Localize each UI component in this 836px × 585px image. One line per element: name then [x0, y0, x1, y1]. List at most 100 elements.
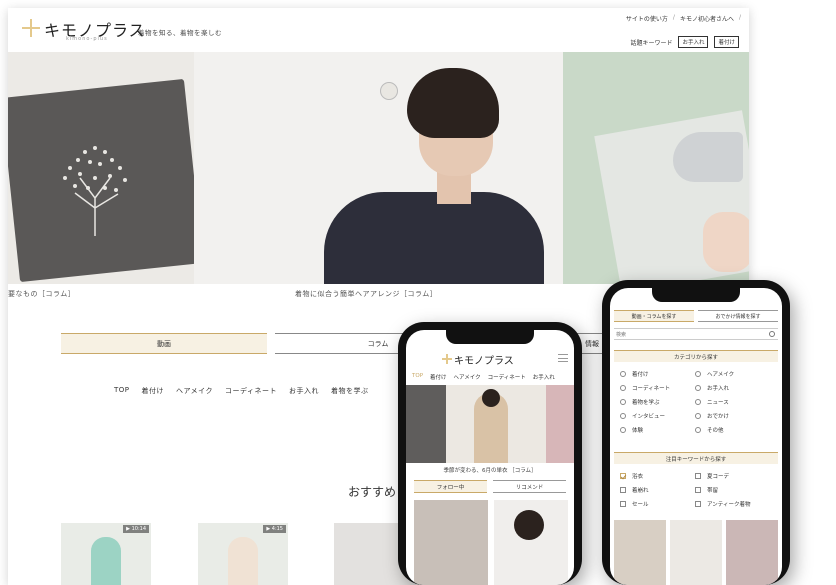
keyword-option[interactable]: セール: [620, 500, 695, 508]
category-option[interactable]: ニュース: [695, 398, 770, 406]
link-separator: /: [672, 14, 675, 21]
category-option-label: お手入れ: [707, 386, 730, 392]
hero-slide-iron[interactable]: [563, 52, 749, 284]
category-list: 着付け ヘアメイク コーディネート お手入れ 着物を学ぶ ニュース インタビュー…: [620, 370, 770, 434]
radio-icon[interactable]: [620, 413, 626, 419]
category-option-label: コーディネート: [632, 386, 671, 392]
checkbox-icon[interactable]: [695, 487, 701, 493]
nav-learn[interactable]: 着物を学ぶ: [331, 386, 369, 396]
keyword-label: 話題キーワード: [630, 39, 673, 47]
category-option-label: 体験: [632, 428, 644, 434]
link-how-to-use[interactable]: サイトの使い方: [626, 14, 668, 23]
phone-nav-hairmake[interactable]: ヘアメイク: [454, 373, 481, 381]
keyword-option-label: 帯留: [707, 488, 719, 494]
search-placeholder: 検索: [616, 332, 627, 338]
radio-icon[interactable]: [620, 385, 626, 391]
phone-logo[interactable]: キモノプラス: [454, 352, 514, 367]
hero-slide-obi[interactable]: [8, 52, 194, 284]
keyword-option[interactable]: アンティーク着物: [695, 500, 770, 508]
checkbox-icon[interactable]: [620, 487, 626, 493]
keyword-option-label: 夏コーデ: [707, 474, 730, 480]
nav-hairmake[interactable]: ヘアメイク: [176, 386, 213, 396]
result-thumbnail[interactable]: [614, 520, 666, 585]
category-option[interactable]: 着付け: [620, 370, 695, 378]
category-option-label: おでかけ: [707, 414, 730, 420]
phone-nav-care[interactable]: お手入れ: [533, 373, 555, 381]
obi-image: [406, 385, 446, 463]
nav-kitsuke[interactable]: 着付け: [142, 386, 165, 396]
keyword-chip[interactable]: お手入れ: [678, 36, 709, 48]
category-option[interactable]: お手入れ: [695, 384, 770, 392]
video-thumbnail[interactable]: ▶ 4:15: [198, 523, 288, 585]
phone-screen: 動画・コラムを探す おでかけ情報を探す 検索 カテゴリから探す 着付け ヘアメイ…: [610, 288, 782, 585]
feed-thumbnail[interactable]: [414, 500, 488, 585]
logo-plus-icon: [442, 354, 452, 364]
keyword-option[interactable]: 帯留: [695, 486, 770, 494]
category-option[interactable]: コーディネート: [620, 384, 695, 392]
radio-icon[interactable]: [620, 399, 626, 405]
checkbox-icon[interactable]: [695, 473, 701, 479]
radio-icon[interactable]: [695, 371, 701, 377]
hand-image: [703, 212, 749, 272]
keyword-option[interactable]: 浴衣: [620, 472, 695, 480]
category-option[interactable]: インタビュー: [620, 412, 695, 420]
feed-thumbnail[interactable]: [494, 500, 568, 585]
phone-hero-caption[interactable]: 季節が変わる、6月の単衣 ［コラム］: [406, 466, 574, 474]
iron-image: [673, 132, 743, 182]
keyword-heading: 注目キーワードから探す: [614, 452, 778, 464]
radio-icon[interactable]: [695, 385, 701, 391]
content-tabs: 動画 コラム 情報: [61, 333, 695, 354]
checkbox-icon[interactable]: [620, 501, 626, 507]
hero-caption-left[interactable]: 要なもの［コラム］: [8, 289, 75, 299]
phone-nav-kitsuke[interactable]: 着付け: [430, 373, 447, 381]
radio-icon[interactable]: [695, 413, 701, 419]
tab-recommend[interactable]: リコメンド: [493, 480, 566, 493]
hero-slide-hair[interactable]: [194, 52, 563, 284]
nav-top[interactable]: TOP: [114, 386, 130, 396]
phone-hero-carousel[interactable]: [406, 385, 574, 463]
category-option[interactable]: 体験: [620, 426, 695, 434]
keyword-option[interactable]: 夏コーデ: [695, 472, 770, 480]
category-option[interactable]: おでかけ: [695, 412, 770, 420]
phone-home-mock: キモノプラス TOP 着付け ヘアメイク コーディネート お手入れ 季節が変わる…: [398, 322, 582, 585]
video-figure: [91, 537, 121, 585]
keyword-option[interactable]: 着崩れ: [620, 486, 695, 494]
category-option-label: ニュース: [707, 400, 729, 406]
hairpin-image: [380, 82, 398, 100]
tab-following[interactable]: フォロー中: [414, 480, 487, 493]
result-thumbnail[interactable]: [670, 520, 722, 585]
tab-video[interactable]: 動画: [61, 333, 267, 354]
category-option-label: 着物を学ぶ: [632, 400, 660, 406]
hero-carousel[interactable]: [8, 52, 749, 284]
checkbox-checked-icon[interactable]: [620, 473, 626, 479]
hero-caption-center[interactable]: 着物に似合う簡単ヘアアレンジ［コラム］: [295, 289, 437, 299]
model-hair: [407, 68, 499, 138]
hamburger-menu-icon[interactable]: [558, 354, 568, 362]
nav-coordinate[interactable]: コーディネート: [225, 386, 277, 396]
phone-notch: [446, 330, 534, 344]
radio-icon[interactable]: [620, 427, 626, 433]
keyword-chip[interactable]: 着付け: [714, 36, 739, 48]
radio-icon[interactable]: [620, 371, 626, 377]
phone-nav-top[interactable]: TOP: [412, 373, 423, 381]
recommend-heading: おすすめ: [348, 485, 397, 499]
search-icon[interactable]: [769, 331, 775, 337]
tab-search-outing[interactable]: おでかけ情報を探す: [698, 310, 778, 322]
site-header: キモノプラス kimono-plus 着物を知る、着物を楽しむ サイトの使い方 …: [8, 8, 749, 52]
top-links: サイトの使い方 / キモノ初心者さんへ /: [626, 14, 741, 23]
checkbox-icon[interactable]: [695, 501, 701, 507]
search-input[interactable]: 検索: [614, 328, 778, 340]
nav-care[interactable]: お手入れ: [289, 386, 319, 396]
category-option[interactable]: その他: [695, 426, 770, 434]
link-beginners[interactable]: キモノ初心者さんへ: [680, 14, 734, 23]
category-option[interactable]: 着物を学ぶ: [620, 398, 695, 406]
category-option[interactable]: ヘアメイク: [695, 370, 770, 378]
video-thumbnail[interactable]: ▶ 10:14: [61, 523, 151, 585]
radio-icon[interactable]: [695, 427, 701, 433]
category-option-label: その他: [707, 428, 724, 434]
tab-search-content[interactable]: 動画・コラムを探す: [614, 310, 694, 322]
video-figure: [228, 537, 258, 585]
result-thumbnail[interactable]: [726, 520, 778, 585]
phone-nav-coordinate[interactable]: コーディネート: [488, 373, 526, 381]
radio-icon[interactable]: [695, 399, 701, 405]
